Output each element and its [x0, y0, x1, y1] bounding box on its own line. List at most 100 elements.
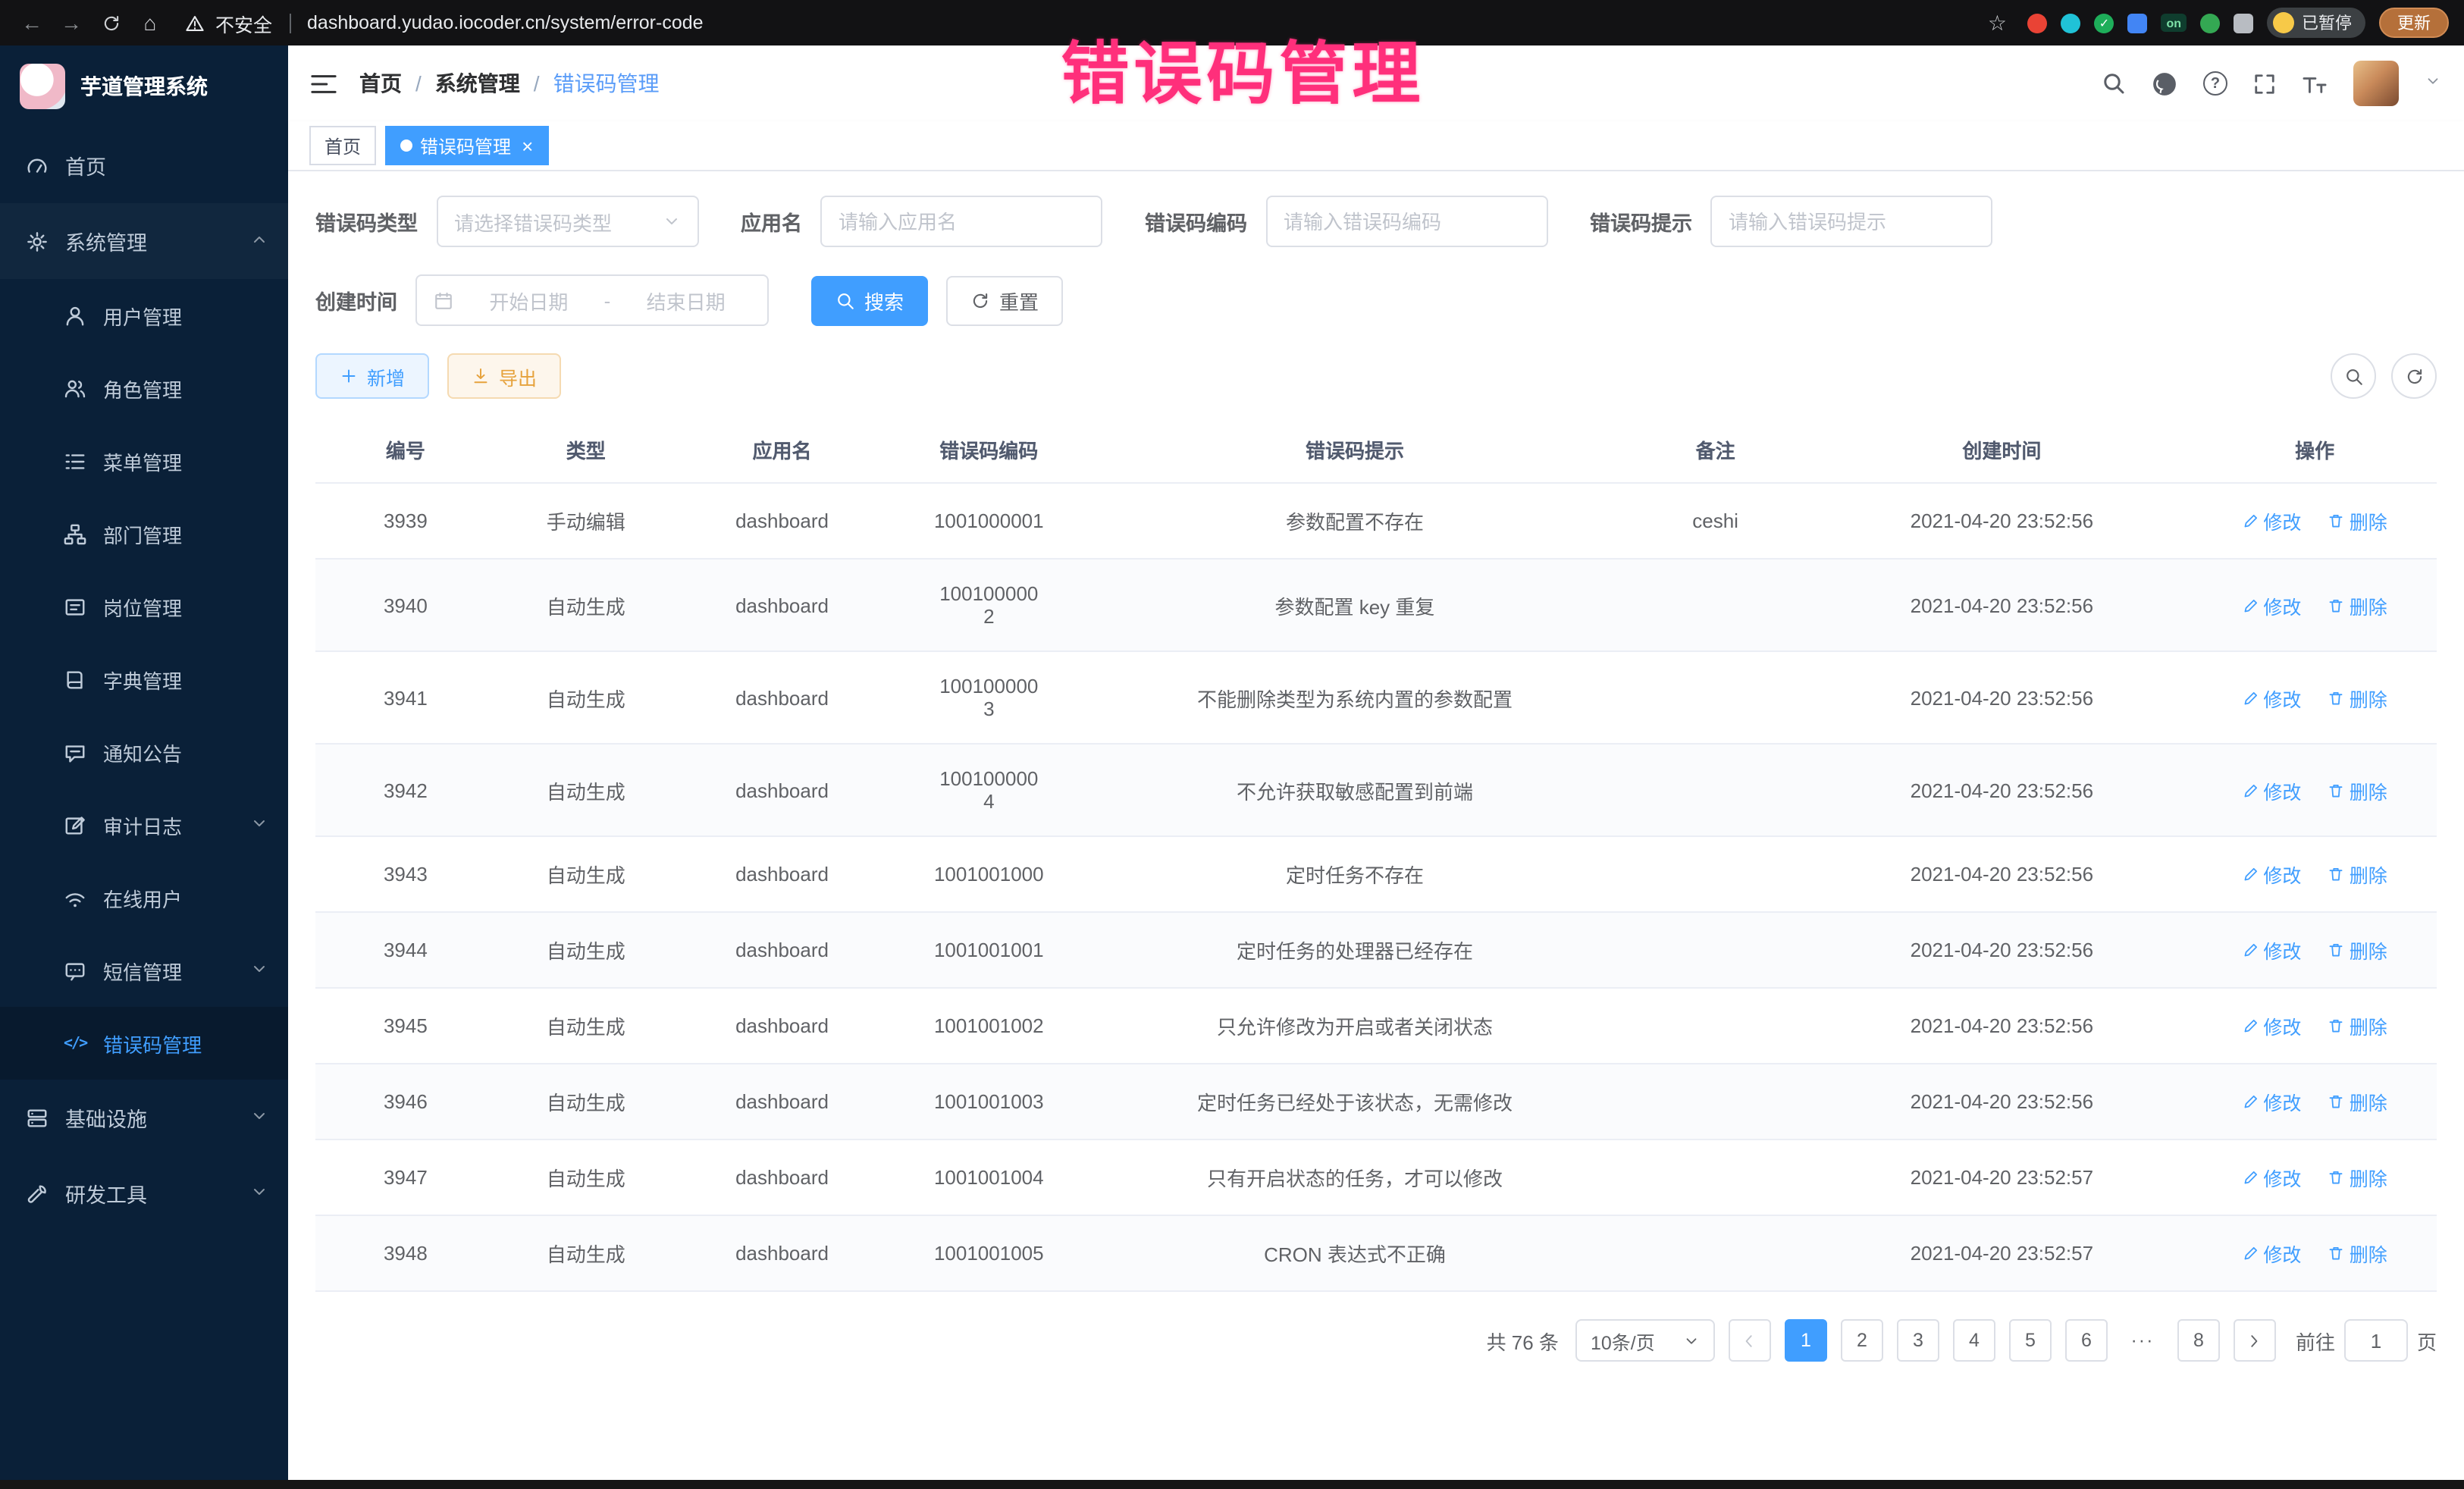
sidebar-item-infrastructure[interactable]: 基础设施: [0, 1080, 288, 1155]
edit-button[interactable]: 修改: [2242, 1239, 2301, 1268]
font-size-icon[interactable]: [2302, 72, 2328, 95]
fullscreen-icon[interactable]: [2253, 72, 2276, 95]
sidebar-item-sms[interactable]: 短信管理: [0, 934, 288, 1007]
paused-badge[interactable]: 已暂停: [2267, 8, 2365, 38]
puzzle-extensions-icon[interactable]: [2234, 13, 2253, 33]
search-icon[interactable]: [2102, 71, 2126, 96]
table-row: 3943 自动生成 dashboard 1001001000 定时任务不存在 2…: [315, 836, 2437, 912]
edit-button[interactable]: 修改: [2242, 1011, 2301, 1040]
prev-page-button[interactable]: [1729, 1319, 1771, 1362]
delete-button[interactable]: 删除: [2328, 506, 2387, 535]
page-button-6[interactable]: 6: [2065, 1319, 2108, 1362]
search-button[interactable]: 搜索: [811, 275, 928, 325]
delete-button[interactable]: 删除: [2328, 1011, 2387, 1040]
reload-icon[interactable]: [94, 6, 127, 39]
sidebar-item-home[interactable]: 首页: [0, 127, 288, 203]
refresh-table-button[interactable]: [2391, 353, 2437, 399]
cell-actions: 修改 删除: [2193, 988, 2437, 1064]
next-page-button[interactable]: [2234, 1319, 2276, 1362]
export-button[interactable]: 导出: [447, 353, 561, 399]
delete-button[interactable]: 删除: [2328, 1087, 2387, 1116]
sidebar-item-notices[interactable]: 通知公告: [0, 716, 288, 788]
sidebar-item-departments[interactable]: 部门管理: [0, 497, 288, 570]
sidebar-item-devtools[interactable]: 研发工具: [0, 1155, 288, 1231]
error-type-select[interactable]: 请选择错误码类型: [436, 196, 698, 247]
show-search-toggle[interactable]: [2331, 353, 2376, 399]
edit-button[interactable]: 修改: [2242, 683, 2301, 712]
extension-icon-blue-grid[interactable]: [2127, 13, 2147, 33]
goto-page-input[interactable]: [2344, 1319, 2408, 1362]
date-range-picker[interactable]: 开始日期 - 结束日期: [415, 274, 769, 326]
tab-home[interactable]: 首页: [309, 126, 376, 165]
page-button-2[interactable]: 2: [1841, 1319, 1883, 1362]
sidebar-item-menus[interactable]: 菜单管理: [0, 425, 288, 497]
edit-button[interactable]: 修改: [2242, 506, 2301, 535]
page-button-5[interactable]: 5: [2009, 1319, 2052, 1362]
cell-time: 2021-04-20 23:52:57: [1811, 1215, 2193, 1291]
extension-icon-green-check[interactable]: ✓: [2094, 13, 2114, 33]
reset-button[interactable]: 重置: [946, 275, 1063, 325]
table-row: 3944 自动生成 dashboard 1001001001 定时任务的处理器已…: [315, 912, 2437, 988]
app-name-input[interactable]: [839, 210, 1084, 233]
breadcrumb-home[interactable]: 首页: [359, 68, 402, 99]
home-icon[interactable]: ⌂: [133, 6, 167, 39]
screen: ← → ⌂ 不安全 dashboard.yudao.iocoder.cn/sys…: [0, 0, 2464, 1489]
breadcrumb-system[interactable]: 系统管理: [435, 68, 520, 99]
extension-icon-green[interactable]: [2200, 13, 2220, 33]
avatar[interactable]: [2353, 61, 2399, 106]
page-button-3[interactable]: 3: [1897, 1319, 1939, 1362]
more-pages-button[interactable]: ···: [2121, 1319, 2164, 1362]
github-icon[interactable]: [2152, 71, 2177, 96]
tab-error-codes[interactable]: 错误码管理 ×: [385, 126, 548, 165]
sidebar-item-posts[interactable]: 岗位管理: [0, 570, 288, 643]
forward-icon[interactable]: →: [55, 6, 88, 39]
sidebar-item-dictionary[interactable]: 字典管理: [0, 643, 288, 716]
add-button[interactable]: 新增: [315, 353, 429, 399]
caret-down-icon[interactable]: [2425, 70, 2441, 97]
page-size-select[interactable]: 10条/页: [1575, 1319, 1715, 1362]
edit-button[interactable]: 修改: [2242, 1163, 2301, 1192]
delete-button[interactable]: 删除: [2328, 591, 2387, 619]
sidebar-item-roles[interactable]: 角色管理: [0, 352, 288, 425]
delete-button[interactable]: 删除: [2328, 1239, 2387, 1268]
extension-icon-teal[interactable]: [2061, 13, 2080, 33]
address-bar[interactable]: 不安全 dashboard.yudao.iocoder.cn/system/er…: [185, 8, 704, 37]
edit-button[interactable]: 修改: [2242, 776, 2301, 804]
sidebar-item-system[interactable]: 系统管理: [0, 203, 288, 279]
edit-button[interactable]: 修改: [2242, 860, 2301, 889]
edit-button[interactable]: 修改: [2242, 1087, 2301, 1116]
back-icon[interactable]: ←: [15, 6, 49, 39]
hamburger-icon[interactable]: [311, 72, 337, 95]
pencil-icon: [2242, 782, 2259, 798]
browser-update-button[interactable]: 更新: [2379, 8, 2449, 38]
close-tab-icon[interactable]: ×: [522, 136, 533, 155]
edit-button[interactable]: 修改: [2242, 591, 2301, 619]
page-content: 错误码类型 请选择错误码类型 应用名 错误码编码: [288, 171, 2464, 1489]
bookmark-star-icon[interactable]: ☆: [1980, 6, 2014, 39]
extension-icon-on-badge[interactable]: on: [2161, 14, 2187, 32]
edit-button[interactable]: 修改: [2242, 936, 2301, 964]
page-button-1[interactable]: 1: [1785, 1319, 1827, 1362]
sidebar-item-error-codes[interactable]: </> 错误码管理: [0, 1007, 288, 1080]
page-button-4[interactable]: 4: [1953, 1319, 1995, 1362]
sidebar-item-audit-logs[interactable]: 审计日志: [0, 788, 288, 861]
extension-icon-red[interactable]: [2027, 13, 2047, 33]
sidebar-item-users[interactable]: 用户管理: [0, 279, 288, 352]
code-icon: </>: [64, 1035, 86, 1052]
help-icon[interactable]: ?: [2203, 71, 2227, 96]
app-logo-row[interactable]: 芋道管理系统: [0, 45, 288, 127]
cell-id: 3940: [315, 559, 496, 651]
delete-button[interactable]: 删除: [2328, 1163, 2387, 1192]
sidebar-menu: 首页 系统管理 用户管理 角色管理: [0, 127, 288, 1489]
table-row: 3947 自动生成 dashboard 1001001004 只有开启状态的任务…: [315, 1139, 2437, 1215]
delete-button[interactable]: 删除: [2328, 776, 2387, 804]
cell-app: dashboard: [676, 1139, 889, 1215]
delete-button[interactable]: 删除: [2328, 936, 2387, 964]
page-button-8[interactable]: 8: [2177, 1319, 2220, 1362]
delete-button[interactable]: 删除: [2328, 683, 2387, 712]
cell-app: dashboard: [676, 836, 889, 912]
delete-button[interactable]: 删除: [2328, 860, 2387, 889]
error-code-input[interactable]: [1284, 210, 1529, 233]
error-hint-input[interactable]: [1729, 210, 1974, 233]
sidebar-item-online-users[interactable]: 在线用户: [0, 861, 288, 934]
